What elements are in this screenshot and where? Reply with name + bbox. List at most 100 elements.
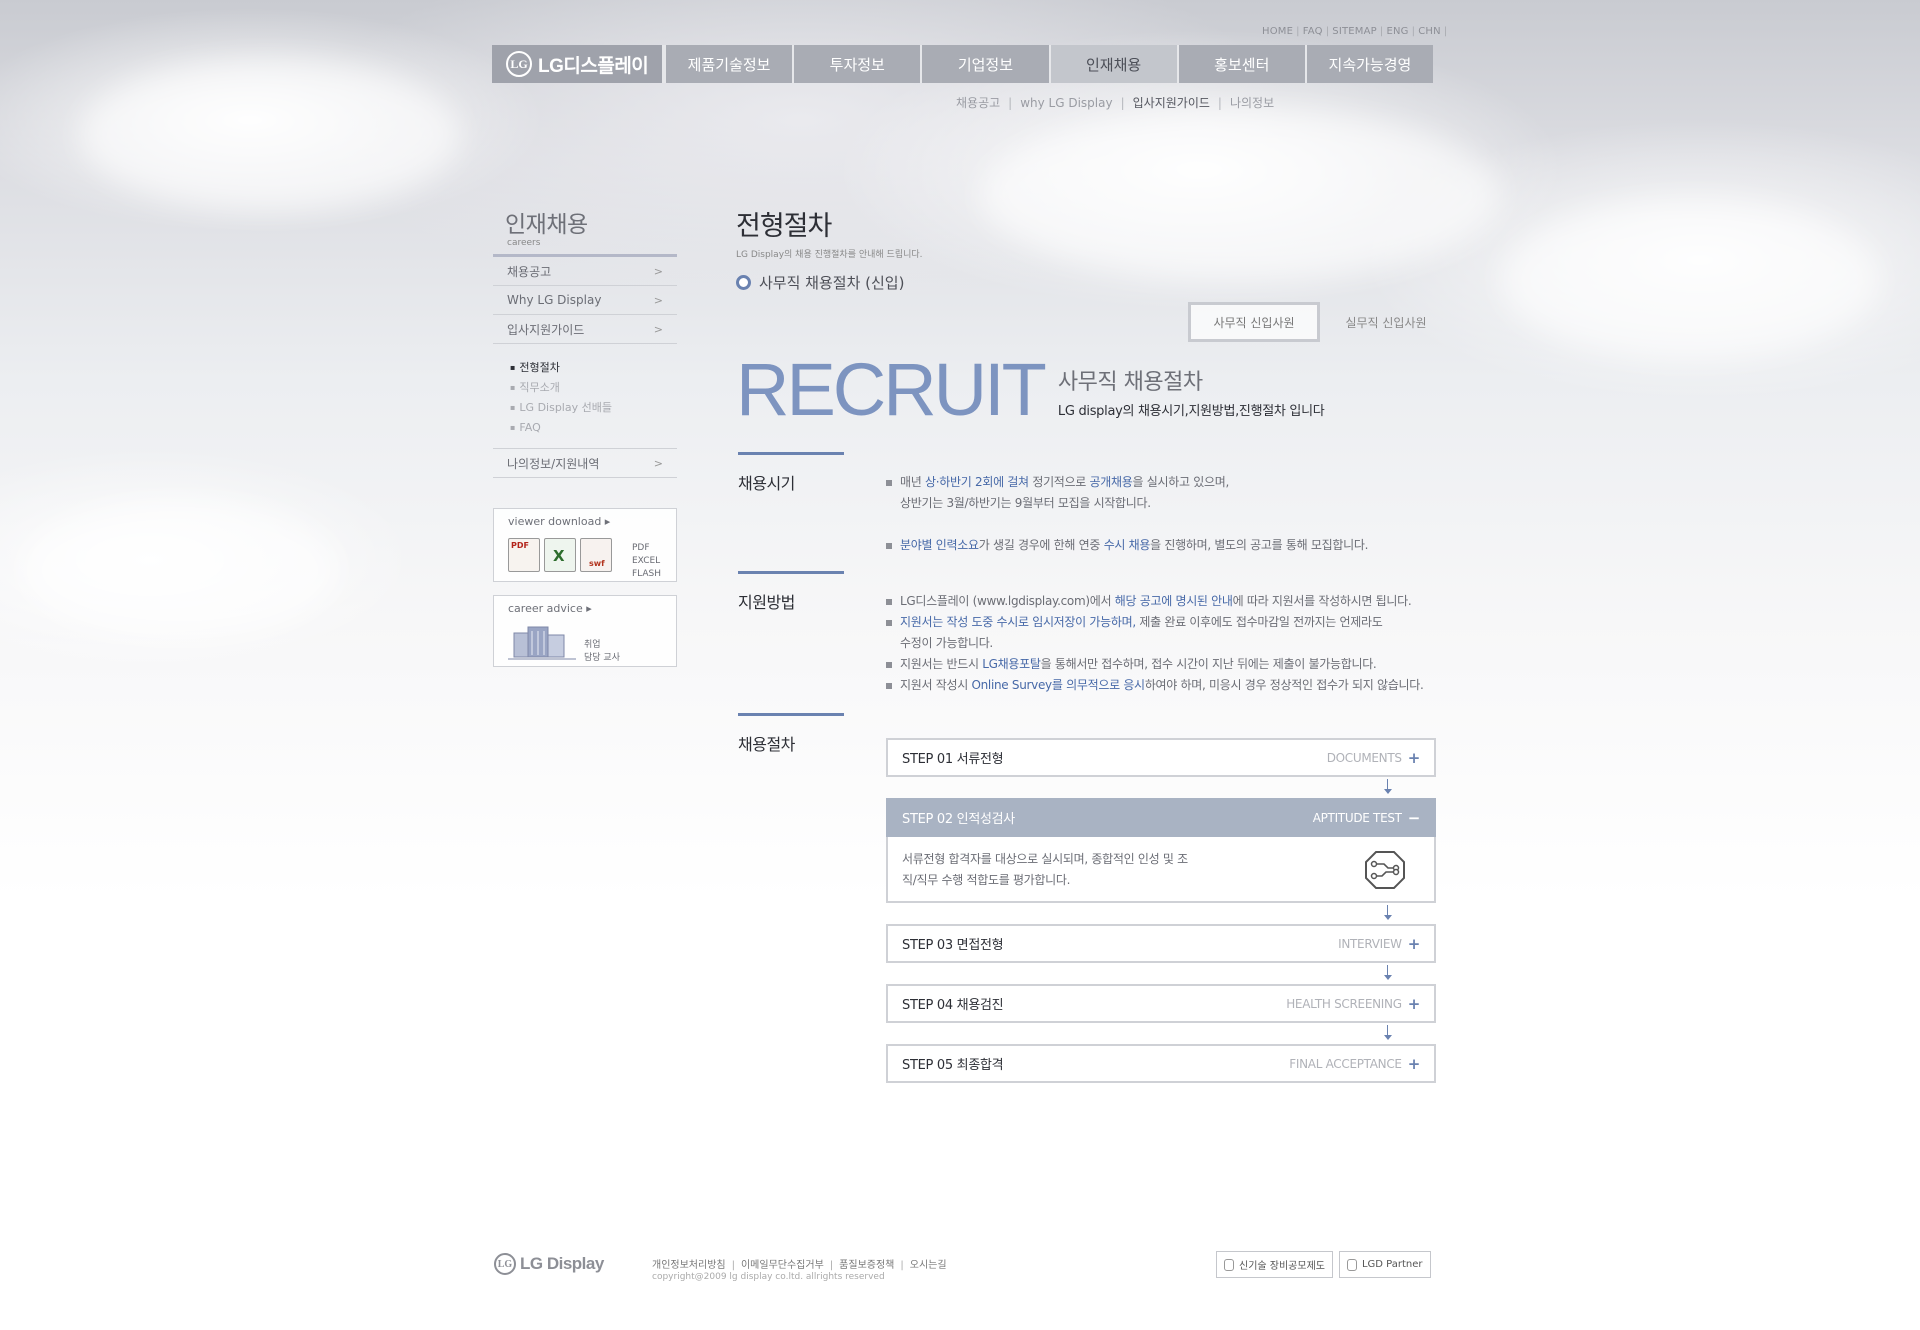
sidebar-title: 인재채용 [505, 212, 588, 238]
sidebar: 인재채용 careers 채용공고 > Why LG Display > 입사지원가… [493, 205, 677, 478]
recruit-banner: RECRUIT 사무직 채용절차 LG display의 채용시기,지원방법,진… [736, 348, 1325, 431]
util-home[interactable]: HOME [1262, 26, 1293, 37]
viewer-download-title[interactable]: viewer download ▸ [508, 515, 676, 528]
recruit-description: LG display의 채용시기,지원방법,진행절차 입니다 [1057, 404, 1325, 419]
career-advice-title: career advice ▸ [508, 602, 592, 615]
sidebar-subtitle: careers [507, 238, 541, 248]
bullet-item: 지원서는 작성 도중 수시로 임시저장이 가능하며, 제출 완료 이후에도 접수… [886, 612, 1446, 633]
util-sitemap[interactable]: SITEMAP [1332, 26, 1377, 37]
util-faq[interactable]: FAQ [1303, 26, 1323, 37]
career-advice-box[interactable]: career advice ▸ 취업 담당 교사 [493, 595, 677, 667]
footer-link-privacy[interactable]: 개인정보처리방침 [652, 1260, 726, 1271]
sidebar-sub-seniors[interactable]: LG Display 선배들 [510, 398, 677, 418]
footer-link-quality[interactable]: 품질보증정책 [839, 1260, 894, 1271]
bullet-continuation: 상반기는 3월/하반기는 9월부터 모집을 시작합니다. [900, 496, 1151, 510]
section-divider [738, 452, 844, 455]
step-label: STEP 01 서류전형 [902, 752, 1004, 767]
step-5[interactable]: STEP 05 최종합격 FINAL ACCEPTANCE + [886, 1044, 1436, 1083]
tab-office-new[interactable]: 사무직 신입사원 [1188, 302, 1320, 342]
step-1[interactable]: STEP 01 서류전형 DOCUMENTS + [886, 738, 1436, 777]
bullet-item: 지원서는 반드시 LG채용포탈을 통해서만 접수하며, 접수 시간이 지난 뒤에… [886, 654, 1446, 675]
flash-label: FLASH [632, 569, 662, 579]
footer-logo[interactable]: LG LG Display [494, 1253, 604, 1275]
lg-logo-icon: LG [506, 51, 532, 77]
step-label: STEP 03 면접전형 [902, 938, 1004, 953]
building-icon [508, 626, 576, 660]
page-title: 전형절차 [736, 211, 832, 242]
sidebar-sub-process[interactable]: 전형절차 [510, 358, 677, 378]
step-label: STEP 04 채용검진 [902, 998, 1004, 1013]
page-description: LG Display의 채용 진행절차를 안내해 드립니다. [736, 250, 923, 260]
section-title: 지원방법 [738, 593, 795, 612]
excel-icon-label: X [553, 547, 565, 565]
viewer-download-box: viewer download ▸ PDF X swf PDF EXCEL FL… [493, 508, 677, 582]
sidebar-sub-jobs[interactable]: 직무소개 [510, 378, 677, 398]
section-title: 채용시기 [738, 474, 795, 493]
recruit-tabs: 사무직 신입사원 실무직 신입사원 [1188, 302, 1452, 342]
site-logo[interactable]: LG LG디스플레이 [492, 45, 664, 83]
minus-icon: − [1407, 808, 1421, 827]
new-tech-button[interactable]: 신기술 장비공모제도 [1216, 1251, 1333, 1278]
arrow-down-icon [886, 777, 1436, 798]
sidebar-item-label: 입사지원가이드 [507, 322, 585, 337]
recruit-title: 사무직 채용절차 [1057, 370, 1203, 395]
step-3[interactable]: STEP 03 면접전형 INTERVIEW + [886, 924, 1436, 963]
util-chn[interactable]: CHN [1418, 26, 1441, 37]
section-body: 매년 상·하반기 2회에 걸쳐 정기적으로 공개채용을 실시하고 있으며, 상반… [886, 472, 1446, 556]
footer-link-location[interactable]: 오시는길 [910, 1260, 947, 1271]
cloud-decoration [1500, 200, 1880, 360]
step-label: STEP 02 인적성검사 [902, 812, 1015, 827]
cloud-decoration [20, 500, 340, 640]
bullet-item: 분야별 인력소요가 생길 경우에 한해 연중 수시 채용을 진행하며, 별도의 … [886, 535, 1446, 556]
section-method: 지원방법 LG디스플레이 (www.lgdisplay.com)에서 해당 공고… [738, 571, 1438, 692]
gnb-item-careers[interactable]: 인재채용 [1048, 45, 1177, 83]
tab-technical-new[interactable]: 실무직 신입사원 [1320, 302, 1452, 342]
new-tech-label: 신기술 장비공모제도 [1239, 1261, 1325, 1272]
gnb-item-pr[interactable]: 홍보센터 [1176, 45, 1305, 83]
step-english: DOCUMENTS + [1326, 748, 1421, 767]
pdf-icon[interactable]: PDF [508, 538, 540, 572]
subnav-jobs[interactable]: 채용공고 [956, 96, 1000, 110]
bullet-item: 매년 상·하반기 2회에 걸쳐 정기적으로 공개채용을 실시하고 있으며, [886, 472, 1446, 493]
step-detail-text: 서류전형 합격자를 대상으로 실시되며, 종합적인 인성 및 조직/직무 수행 … [902, 852, 1188, 887]
process-steps: STEP 01 서류전형 DOCUMENTS + STEP 02 인적성검사 AP… [886, 738, 1436, 1083]
sidebar-item-myinfo[interactable]: 나의정보/지원내역 > [493, 449, 677, 478]
subnav-myinfo[interactable]: 나의정보 [1230, 96, 1274, 110]
download-labels: PDF EXCEL FLASH [632, 542, 661, 581]
footer-links: 개인정보처리방침 | 이메일무단수집거부 | 품질보증정책 | 오시는길 [652, 1260, 947, 1271]
step-english: APTITUDE TEST − [1312, 808, 1421, 827]
plus-icon: + [1407, 1054, 1421, 1073]
sidebar-sub-faq[interactable]: FAQ [510, 418, 677, 438]
util-eng[interactable]: ENG [1386, 26, 1408, 37]
subnav-guide[interactable]: 입사지원가이드 [1133, 96, 1210, 110]
step-4[interactable]: STEP 04 채용검진 HEALTH SCREENING + [886, 984, 1436, 1023]
utility-links: HOME | FAQ | SITEMAP | ENG | CHN | [1262, 26, 1448, 37]
global-nav: LG LG디스플레이 제품기술정보 투자정보 기업정보 인재채용 홍보센터 지속… [492, 45, 1434, 83]
footer-logo-text: LG Display [520, 1254, 604, 1273]
sidebar-item-why[interactable]: Why LG Display > [493, 286, 677, 315]
bullet-item: 지원서 작성시 Online Survey를 의무적으로 응시하여야 하며, 미… [886, 675, 1446, 696]
plus-icon: + [1407, 748, 1421, 767]
main-content: 전형절차 LG Display의 채용 진행절차를 안내해 드립니다. 사무직 … [736, 204, 1436, 293]
sidebar-sub-list: 전형절차 직무소개 LG Display 선배들 FAQ [493, 344, 677, 449]
gnb-item-investor[interactable]: 투자정보 [792, 45, 921, 83]
gnb-item-company[interactable]: 기업정보 [920, 45, 1049, 83]
recruit-word: RECRUIT [736, 348, 1047, 431]
gnb-item-product[interactable]: 제품기술정보 [664, 45, 793, 83]
lgd-partner-button[interactable]: LGD Partner [1338, 1251, 1431, 1278]
section-divider [738, 571, 844, 574]
step-label: STEP 05 최종합격 [902, 1058, 1004, 1073]
section-timing: 채용시기 매년 상·하반기 2회에 걸쳐 정기적으로 공개채용을 실시하고 있으… [738, 452, 1438, 552]
circuit-icon [1365, 851, 1405, 889]
subnav-why[interactable]: why LG Display [1020, 96, 1112, 110]
excel-icon[interactable]: X [544, 538, 576, 572]
gnb-item-sustainability[interactable]: 지속가능경영 [1304, 45, 1434, 83]
sidebar-item-guide[interactable]: 입사지원가이드 > [493, 315, 677, 344]
step-2[interactable]: STEP 02 인적성검사 APTITUDE TEST − [886, 798, 1436, 837]
ring-bullet-icon [736, 275, 751, 290]
footer-link-email[interactable]: 이메일무단수집거부 [741, 1260, 824, 1271]
arrow-down-icon [886, 903, 1436, 924]
pdf-label: PDF [632, 543, 650, 553]
flash-icon[interactable]: swf [580, 538, 612, 572]
sidebar-item-jobs[interactable]: 채용공고 > [493, 257, 677, 286]
